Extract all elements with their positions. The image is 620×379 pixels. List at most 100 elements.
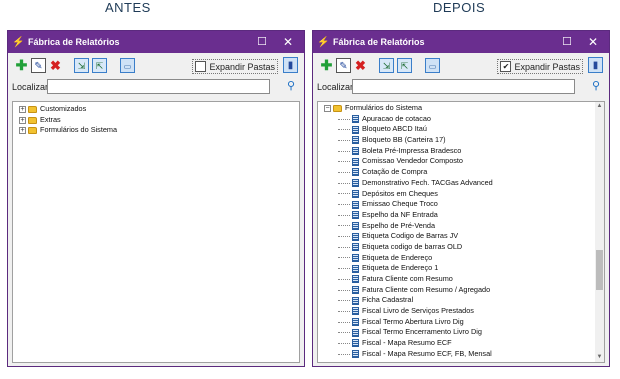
report-item[interactable]: Fatura Cliente com Resumo / Agregado	[324, 285, 604, 296]
scroll-up-icon[interactable]: ▲	[595, 102, 604, 111]
tree-connector	[338, 118, 350, 120]
delete-icon[interactable]: ✖	[353, 58, 368, 73]
import-icon[interactable]: ⇲	[379, 58, 394, 73]
report-document-icon	[352, 189, 359, 198]
tree-connector	[338, 214, 350, 216]
scrollbar-thumb[interactable]	[596, 250, 603, 290]
report-tree: − Formulários do Sistema Apuracao de cot…	[317, 101, 605, 363]
edit-icon[interactable]: ✎	[31, 58, 46, 73]
report-item-label: Etiqueta de Endereço 1	[362, 263, 439, 273]
folder-icon[interactable]: ▭	[120, 58, 135, 73]
report-item[interactable]: Boleta Pré-Impressa Bradesco	[324, 146, 604, 157]
expand-folders-checkbox[interactable]: ✔	[500, 61, 512, 72]
report-document-icon	[352, 136, 359, 145]
report-item-label: Bloqueto ABCD Itaú	[362, 124, 427, 134]
add-icon[interactable]: ✚	[14, 58, 29, 73]
report-document-icon	[352, 339, 359, 348]
tree-connector	[338, 321, 350, 323]
report-item[interactable]: Fatura Cliente com Resumo	[324, 274, 604, 285]
folder-icon[interactable]: ▭	[425, 58, 440, 73]
report-item-label: Fiscal Livro de Serviços Prestados	[362, 306, 474, 316]
report-item[interactable]: Comissao Vendedor Composto	[324, 156, 604, 167]
search-icon[interactable]: ⚲	[284, 79, 298, 93]
tree-connector	[338, 161, 350, 163]
vertical-scrollbar[interactable]: ▲ ▼	[595, 102, 604, 362]
expand-icon[interactable]: +	[19, 116, 26, 124]
tree-connector	[338, 332, 350, 334]
maximize-button[interactable]: ☐	[254, 34, 270, 50]
tree-connector	[338, 353, 350, 355]
report-item[interactable]: Fiscal - Mapa Resumo ECF	[324, 338, 604, 349]
tree-connector	[338, 342, 350, 344]
export-icon[interactable]: ⇱	[397, 58, 412, 73]
tree-connector	[338, 300, 350, 302]
report-item[interactable]: Espelho de Pré-Venda	[324, 221, 604, 232]
book-icon[interactable]: ▮	[588, 57, 603, 73]
tree-node-extras[interactable]: + Extras	[19, 115, 299, 126]
report-document-icon	[352, 350, 359, 359]
report-item[interactable]: Fiscal Termo Abertura Livro Dig	[324, 317, 604, 328]
search-input[interactable]	[352, 79, 575, 94]
tree-connector	[338, 236, 350, 238]
report-factory-window-before: ⚡ Fábrica de Relatórios ☐ ✕ ✚ ✎ ✖ ⇲ ⇱ ▭ …	[7, 30, 305, 367]
report-document-icon	[352, 328, 359, 337]
report-item-label: Emissao Cheque Troco	[362, 199, 438, 209]
report-item[interactable]: Cotação de Compra	[324, 167, 604, 178]
report-item-label: Espelho da NF Entrada	[362, 209, 438, 219]
report-item-label: Demonstrativo Fech. TACGas Advanced	[362, 177, 493, 187]
expand-folders-toggle[interactable]: Expandir Pastas	[192, 59, 278, 74]
report-document-icon	[352, 211, 359, 220]
expand-folders-toggle[interactable]: ✔ Expandir Pastas	[497, 59, 583, 74]
tree-node-customizados[interactable]: + Customizados	[19, 104, 299, 115]
toolbar: ✚ ✎ ✖ ⇲ ⇱ ▭ Expandir Pastas ▮	[8, 53, 304, 79]
add-icon[interactable]: ✚	[319, 58, 334, 73]
expand-folders-checkbox[interactable]	[195, 61, 207, 72]
folder-icon	[28, 105, 37, 113]
book-icon[interactable]: ▮	[283, 57, 298, 73]
tree-node-formularios[interactable]: + Formulários do Sistema	[19, 125, 299, 136]
report-item-label: Etiqueta codigo de barras OLD	[362, 241, 463, 251]
report-item[interactable]: Bloqueto ABCD Itaú	[324, 124, 604, 135]
scroll-down-icon[interactable]: ▼	[595, 353, 604, 362]
collapse-icon[interactable]: −	[324, 104, 331, 112]
report-item[interactable]: Espelho da NF Entrada	[324, 210, 604, 221]
report-item[interactable]: Fiscal - Mapa Resumo ECF, FB, Mensal	[324, 349, 604, 360]
report-item[interactable]: Etiqueta codigo de barras OLD	[324, 242, 604, 253]
report-item[interactable]: Etiqueta de Endereço	[324, 253, 604, 264]
tree-node-formularios[interactable]: − Formulários do Sistema	[324, 103, 604, 114]
expand-icon[interactable]: +	[19, 127, 26, 135]
import-icon[interactable]: ⇲	[74, 58, 89, 73]
report-document-icon	[352, 147, 359, 156]
delete-icon[interactable]: ✖	[48, 58, 63, 73]
report-item[interactable]: Fiscal Termo Encerramento Livro Dig	[324, 327, 604, 338]
report-item[interactable]: Fiscal Livro de Serviços Prestados	[324, 306, 604, 317]
report-item-label: Bloqueto BB (Carteira 17)	[362, 135, 446, 145]
close-button[interactable]: ✕	[585, 34, 601, 50]
report-document-icon	[352, 232, 359, 241]
report-item-label: Boleta Pré-Impressa Bradesco	[362, 145, 462, 155]
report-item[interactable]: Bloqueto BB (Carteira 17)	[324, 135, 604, 146]
expand-icon[interactable]: +	[19, 105, 26, 113]
report-item[interactable]: Etiqueta Codigo de Barras JV	[324, 231, 604, 242]
edit-icon[interactable]: ✎	[336, 58, 351, 73]
report-document-icon	[352, 286, 359, 295]
report-item[interactable]: Ficha Cadastral	[324, 295, 604, 306]
report-item[interactable]: Demonstrativo Fech. TACGas Advanced	[324, 178, 604, 189]
report-item[interactable]: Depósitos em Cheques	[324, 189, 604, 200]
report-document-icon	[352, 264, 359, 273]
report-item[interactable]: Emissao Cheque Troco	[324, 199, 604, 210]
report-item[interactable]: Etiqueta de Endereço 1	[324, 263, 604, 274]
report-item-label: Comissao Vendedor Composto	[362, 156, 463, 166]
export-icon[interactable]: ⇱	[92, 58, 107, 73]
maximize-button[interactable]: ☐	[559, 34, 575, 50]
search-label: Localizar:	[317, 82, 356, 92]
search-row: Localizar: ⚲	[8, 79, 304, 97]
window-title: Fábrica de Relatórios	[28, 37, 120, 47]
close-button[interactable]: ✕	[280, 34, 296, 50]
report-item[interactable]: Apuracao de cotacao	[324, 114, 604, 125]
folder-icon	[28, 116, 37, 124]
search-input[interactable]	[47, 79, 270, 94]
caption-after: DEPOIS	[433, 0, 486, 15]
search-icon[interactable]: ⚲	[589, 79, 603, 93]
report-document-icon	[352, 296, 359, 305]
